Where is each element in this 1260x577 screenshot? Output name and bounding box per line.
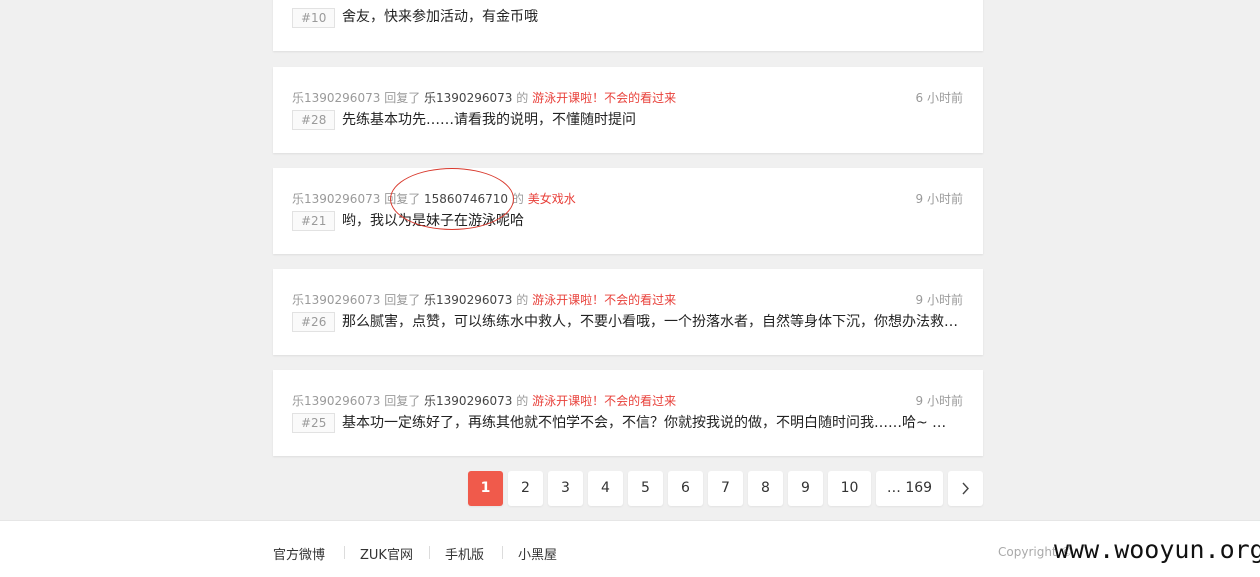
reply-meta: 乐1390296073 回复了 乐1390296073 的 游泳开课啦！不会的看…: [292, 291, 676, 308]
footer-divider: [429, 546, 430, 559]
reply-verb: 回复了: [384, 192, 421, 206]
reply-time: 9 小时前: [915, 293, 963, 307]
page-5-button[interactable]: 5: [628, 471, 663, 506]
reply-card: 乐1390296073 回复了 乐1390296073 的 游泳开课啦！不会的看…: [273, 370, 983, 456]
topic-link[interactable]: 美女戏水: [528, 192, 576, 206]
reply-user-link[interactable]: 乐1390296073: [292, 91, 380, 105]
reply-target-user-link[interactable]: 乐1390296073: [424, 293, 512, 307]
reply-card: 乐1390296073 回复了 乐1390296073 的 游泳开课啦！不会的看…: [273, 269, 983, 355]
chevron-right-icon: [962, 482, 969, 495]
footer-link-blackroom[interactable]: 小黑屋: [518, 544, 557, 563]
page-7-button[interactable]: 7: [708, 471, 743, 506]
reply-card: #10 舍友，快来参加活动，有金币哦: [273, 0, 983, 51]
reply-verb: 回复了: [384, 293, 421, 307]
page-8-button[interactable]: 8: [748, 471, 783, 506]
page-2-button[interactable]: 2: [508, 471, 543, 506]
page-9-button[interactable]: 9: [788, 471, 823, 506]
reply-meta: 乐1390296073 回复了 乐1390296073 的 游泳开课啦！不会的看…: [292, 392, 676, 409]
topic-link[interactable]: 游泳开课啦！不会的看过来: [532, 293, 676, 307]
floor-badge[interactable]: #21: [292, 211, 336, 231]
floor-badge[interactable]: #26: [292, 312, 336, 332]
reply-user-link[interactable]: 乐1390296073: [292, 192, 380, 206]
reply-verb: 回复了: [384, 91, 421, 105]
reply-user-link[interactable]: 乐1390296073: [292, 394, 380, 408]
page-last-button[interactable]: … 169: [876, 471, 943, 506]
reply-of: 的: [516, 394, 529, 408]
floor-badge[interactable]: #25: [292, 413, 336, 433]
reply-card: 乐1390296073 回复了 15860746710 的 美女戏水 9 小时前…: [273, 168, 983, 254]
reply-card: 乐1390296073 回复了 乐1390296073 的 游泳开课啦！不会的看…: [273, 67, 983, 153]
reply-meta: 乐1390296073 回复了 乐1390296073 的 游泳开课啦！不会的看…: [292, 89, 676, 106]
reply-text[interactable]: 基本功一定练好了，再练其他就不怕学不会，不信？你就按我说的做，不明白随时问我………: [342, 413, 962, 433]
floor-badge[interactable]: #10: [292, 8, 336, 28]
footer-divider: [344, 546, 345, 559]
footer: 官方微博 ZUK官网 手机版 小黑屋 Copyright © www.wooyu…: [0, 520, 1260, 577]
watermark-text: www.wooyun.org: [1054, 535, 1260, 564]
page-1-button[interactable]: 1: [468, 471, 503, 506]
reply-meta: 乐1390296073 回复了 15860746710 的 美女戏水: [292, 190, 576, 207]
reply-user-link[interactable]: 乐1390296073: [292, 293, 380, 307]
reply-time: 9 小时前: [915, 192, 963, 206]
reply-of: 的: [511, 192, 524, 206]
reply-verb: 回复了: [384, 394, 421, 408]
reply-text[interactable]: 先练基本功先……请看我的说明，不懂随时提问: [342, 110, 962, 130]
reply-target-user-link[interactable]: 乐1390296073: [424, 91, 512, 105]
page-10-button[interactable]: 10: [828, 471, 871, 506]
reply-text[interactable]: 那么腻害，点赞，可以练练水中救人，不要小看哦，一个扮落水者，自然等身体下沉，你想…: [342, 312, 962, 332]
footer-link-weibo[interactable]: 官方微博: [273, 544, 325, 563]
topic-link[interactable]: 游泳开课啦！不会的看过来: [532, 91, 676, 105]
page-6-button[interactable]: 6: [668, 471, 703, 506]
reply-text[interactable]: 哟，我以为是妹子在游泳呢哈: [342, 211, 962, 231]
footer-link-mobile[interactable]: 手机版: [445, 544, 484, 563]
reply-target-user-link[interactable]: 乐1390296073: [424, 394, 512, 408]
reply-time: 6 小时前: [915, 91, 963, 105]
reply-text[interactable]: 舍友，快来参加活动，有金币哦: [342, 7, 962, 27]
page-3-button[interactable]: 3: [548, 471, 583, 506]
next-page-button[interactable]: [948, 471, 983, 506]
footer-divider: [502, 546, 503, 559]
footer-link-zuk[interactable]: ZUK官网: [360, 544, 413, 563]
topic-link[interactable]: 游泳开课啦！不会的看过来: [532, 394, 676, 408]
reply-target-user-link[interactable]: 15860746710: [424, 192, 508, 206]
reply-time: 9 小时前: [915, 394, 963, 408]
reply-of: 的: [516, 293, 529, 307]
page-4-button[interactable]: 4: [588, 471, 623, 506]
floor-badge[interactable]: #28: [292, 110, 336, 130]
reply-of: 的: [516, 91, 529, 105]
